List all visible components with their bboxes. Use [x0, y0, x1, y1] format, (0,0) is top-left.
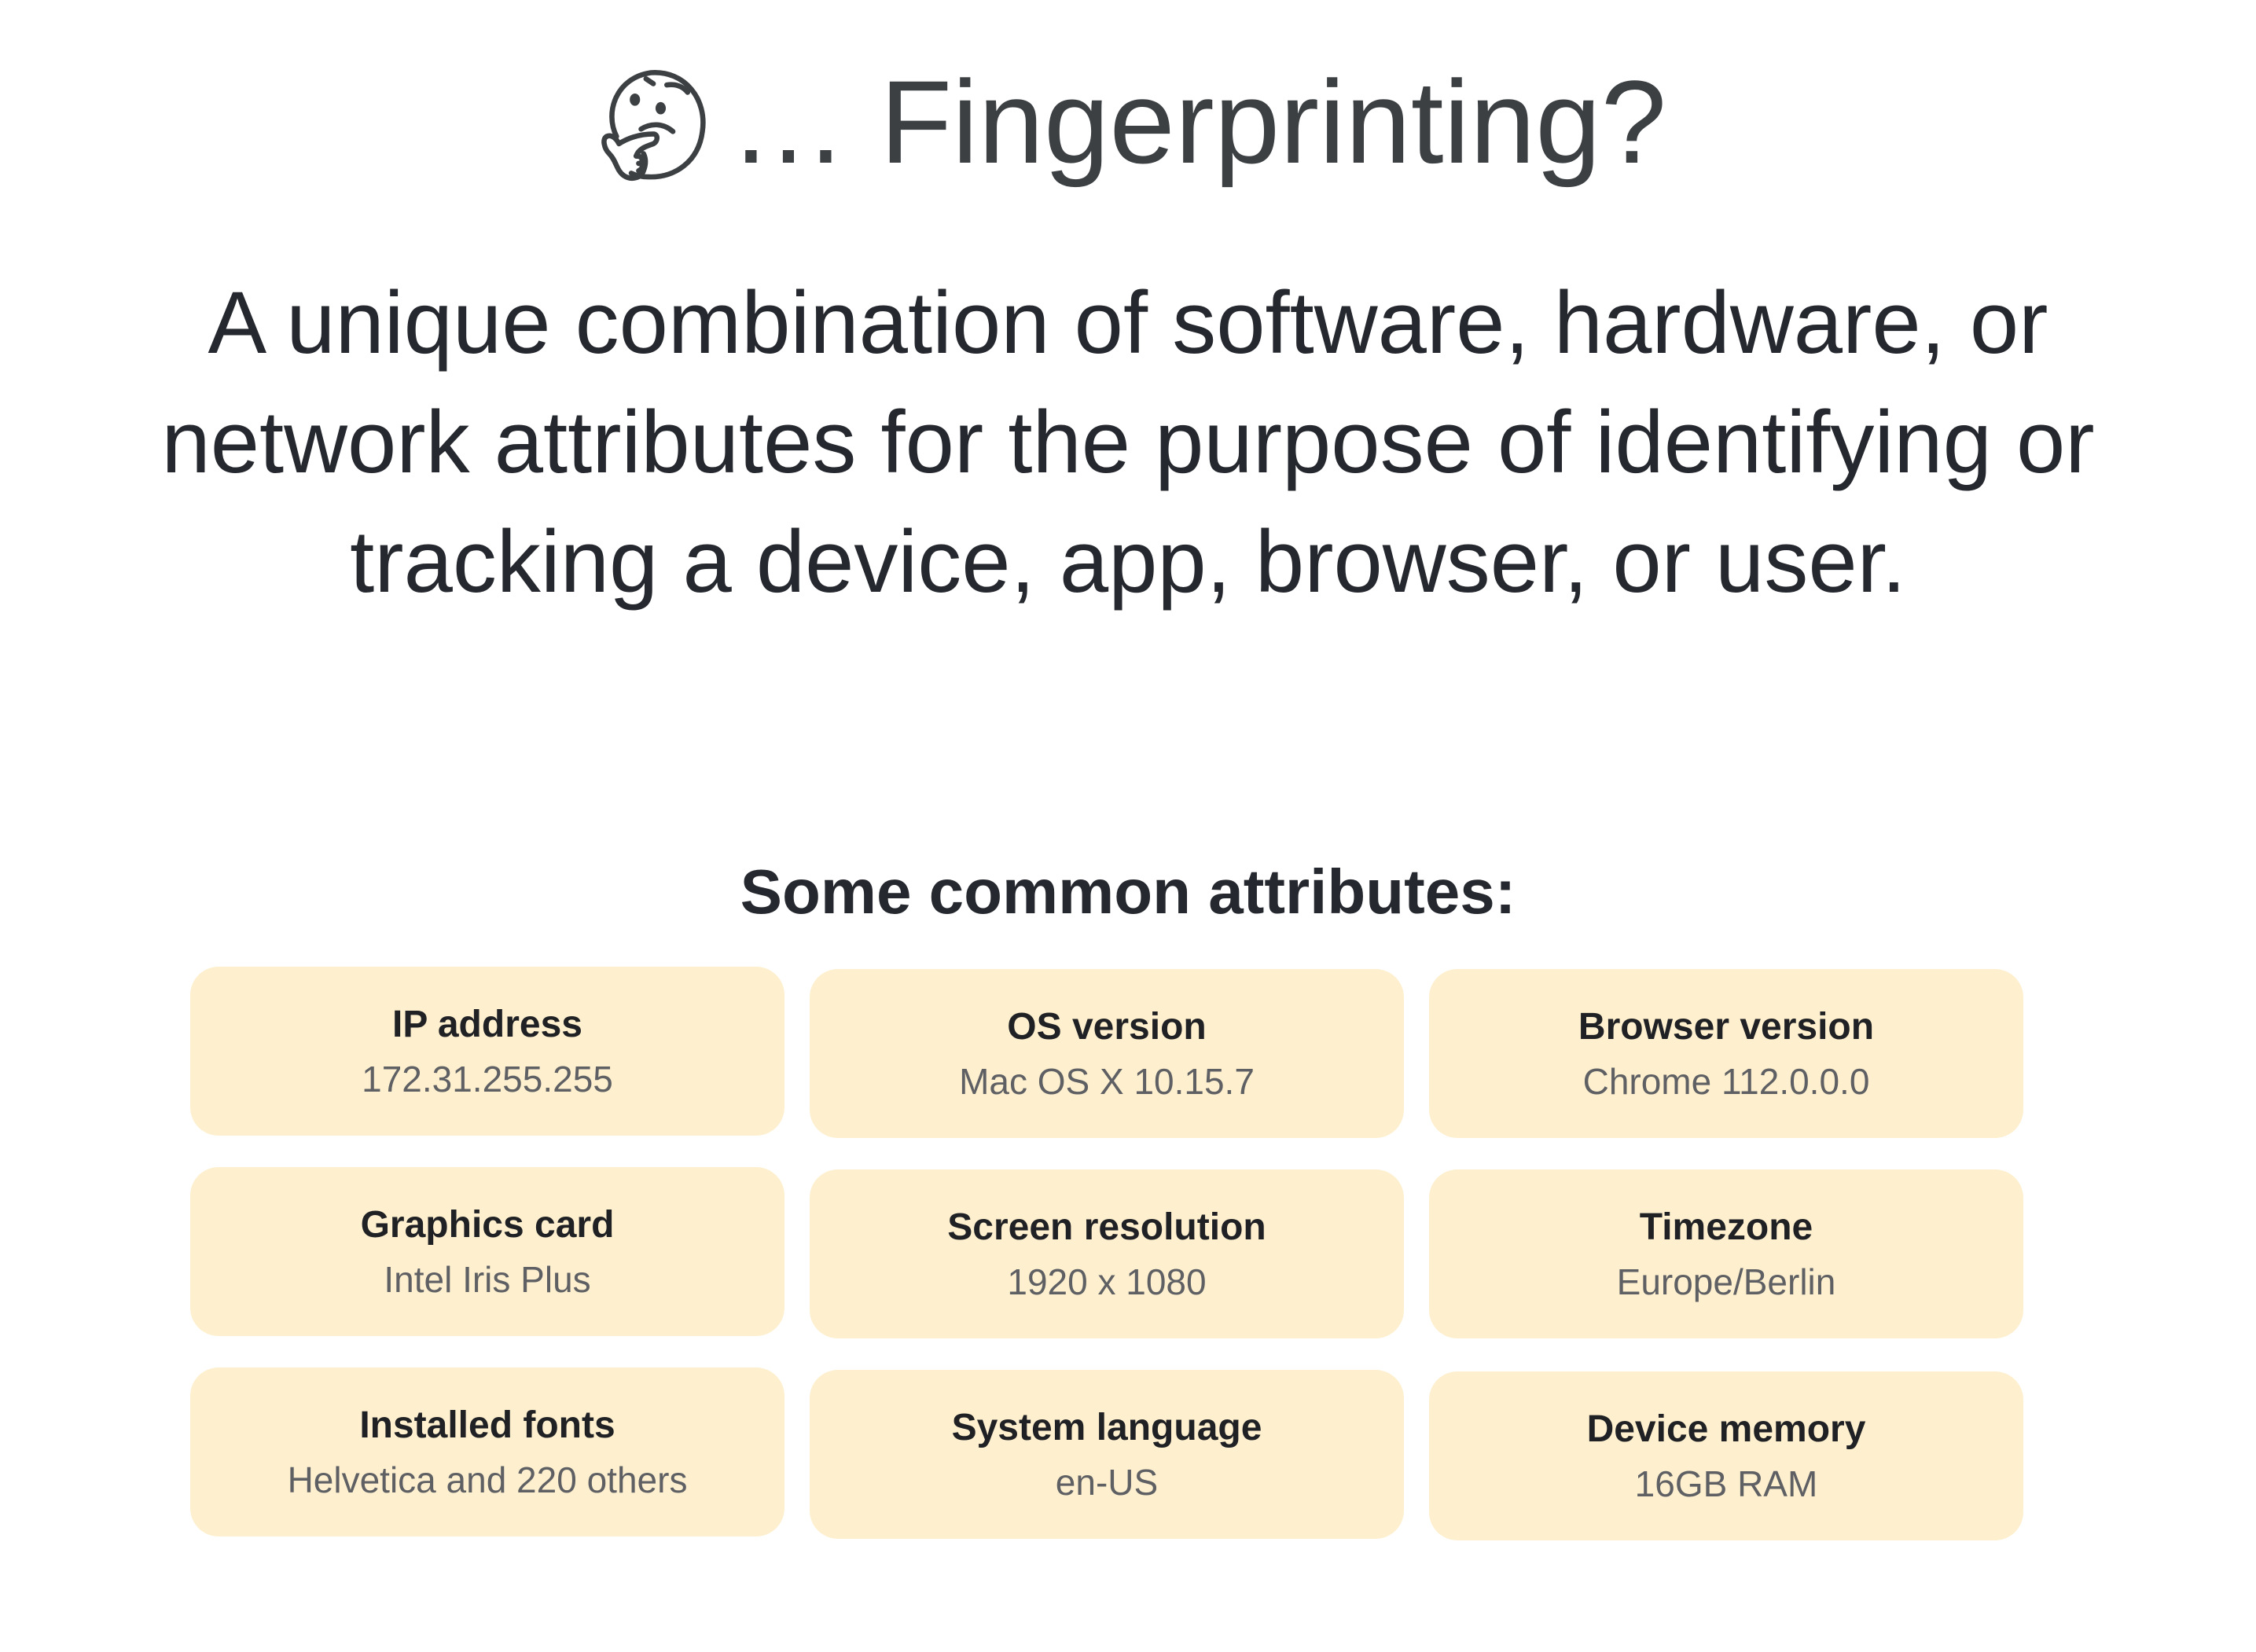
- attribute-label: Graphics card: [360, 1203, 615, 1246]
- attribute-card-timezone: Timezone Europe/Berlin: [1429, 1169, 2023, 1338]
- attribute-label: System language: [951, 1406, 1262, 1448]
- attribute-value: Mac OS X 10.15.7: [959, 1060, 1255, 1102]
- definition-text: A unique combination of software, hardwa…: [47, 263, 2209, 622]
- thinking-face-icon: [601, 70, 706, 182]
- attributes-grid: IP address 172.31.255.255 OS version Mac…: [190, 967, 2025, 1540]
- attribute-label: Installed fonts: [359, 1404, 615, 1446]
- attribute-label: OS version: [1007, 1005, 1207, 1048]
- attribute-value: 172.31.255.255: [362, 1058, 613, 1099]
- attribute-card-os-version: OS version Mac OS X 10.15.7: [810, 969, 1404, 1138]
- attribute-card-screen-resolution: Screen resolution 1920 x 1080: [810, 1169, 1404, 1338]
- attribute-label: Browser version: [1578, 1005, 1875, 1048]
- attribute-card-system-language: System language en-US: [810, 1370, 1404, 1539]
- attribute-label: Device memory: [1586, 1408, 1866, 1450]
- page-title-row: … Fingerprinting?: [0, 55, 2256, 189]
- attribute-card-ip-address: IP address 172.31.255.255: [190, 967, 784, 1136]
- attribute-value: 1920 x 1080: [1007, 1261, 1207, 1302]
- attribute-label: Timezone: [1639, 1206, 1813, 1248]
- attribute-value: Chrome 112.0.0.0: [1582, 1060, 1870, 1102]
- attribute-card-graphics-card: Graphics card Intel Iris Plus: [190, 1167, 784, 1336]
- definition-line: A unique combination of software, hardwa…: [208, 273, 2048, 372]
- attribute-card-device-memory: Device memory 16GB RAM: [1429, 1371, 2023, 1540]
- page-title: … Fingerprinting?: [729, 56, 1667, 188]
- attribute-value: en-US: [1055, 1461, 1159, 1503]
- definition-line: network attributes for the purpose of id…: [161, 393, 2095, 491]
- definition-line: tracking a device, app, browser, or user…: [350, 512, 1906, 611]
- attribute-value: 16GB RAM: [1634, 1463, 1818, 1504]
- attribute-card-installed-fonts: Installed fonts Helvetica and 220 others: [190, 1367, 784, 1536]
- attribute-label: IP address: [392, 1003, 582, 1045]
- attribute-value: Europe/Berlin: [1616, 1261, 1836, 1302]
- attribute-value: Helvetica and 220 others: [287, 1459, 688, 1500]
- attribute-value: Intel Iris Plus: [384, 1258, 591, 1300]
- attribute-card-browser-version: Browser version Chrome 112.0.0.0: [1429, 969, 2023, 1138]
- attributes-heading: Some common attributes:: [740, 857, 1516, 927]
- attribute-label: Screen resolution: [947, 1206, 1266, 1248]
